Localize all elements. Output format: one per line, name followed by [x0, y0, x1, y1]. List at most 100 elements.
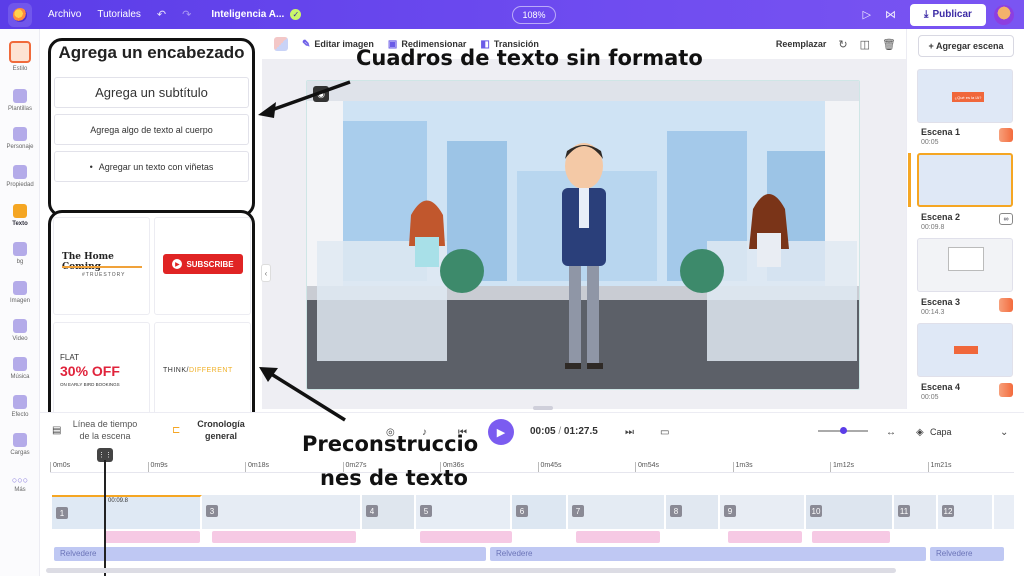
tab-scene-timeline[interactable]: Línea de tiempo de la escena — [70, 418, 140, 442]
add-bullet-text-button[interactable]: • Agregar un texto con viñetas — [54, 151, 249, 182]
scene-transition-icon[interactable] — [999, 128, 1013, 142]
scene-segment[interactable]: 4 — [362, 495, 416, 529]
scene-segment[interactable]: 9 — [720, 495, 806, 529]
replace-button[interactable]: Reemplazar — [776, 39, 827, 49]
menu-archivo[interactable]: Archivo — [48, 9, 81, 20]
rail-item-estilo[interactable]: Estilo — [0, 41, 40, 72]
preview-play-icon[interactable]: ▷ — [863, 8, 871, 21]
skip-forward-icon[interactable]: ⏭ — [625, 427, 634, 438]
publish-button[interactable]: ⤓ Publicar — [910, 3, 986, 26]
add-body-text-button[interactable]: Agrega algo de texto al cuerpo — [54, 114, 249, 145]
undo-icon[interactable]: ↶ — [157, 8, 166, 21]
add-subtitle-button[interactable]: Agrega un subtítulo — [54, 77, 249, 108]
playhead[interactable] — [104, 460, 106, 576]
text-clip[interactable] — [576, 531, 660, 543]
rail-item-musica[interactable]: Música — [0, 357, 40, 380]
rotate-icon[interactable]: ↻ — [838, 38, 847, 51]
preset-subscribe[interactable]: ▶ SUBSCRIBE — [154, 217, 251, 315]
scene-transition-icon[interactable] — [999, 383, 1013, 397]
app-logo[interactable] — [8, 2, 32, 27]
menu-tutoriales[interactable]: Tutoriales — [97, 9, 141, 20]
text-clip[interactable] — [104, 531, 200, 543]
flip-icon[interactable]: ◫ — [860, 38, 870, 51]
scene-segment[interactable]: 6 — [512, 495, 568, 529]
tab-general-timeline[interactable]: Cronología general — [188, 418, 254, 442]
camera-icon[interactable]: ◉ — [313, 86, 329, 102]
rail-item-propiedad[interactable]: Propiedad — [0, 165, 40, 188]
timeline-ruler[interactable]: 0m0s 0m9s 0m18s 0m27s 0m36s 0m45s 0m54s 1m3s 1m1… — [50, 461, 1014, 473]
preset-home-coming[interactable]: The Home Coming #TRUESTORY — [53, 217, 150, 315]
zoom-slider[interactable] — [818, 427, 868, 434]
timeline-resize-handle[interactable] — [533, 406, 553, 410]
scene-segment[interactable]: 10 — [806, 495, 894, 529]
rail-item-cargas[interactable]: Cargas — [0, 433, 40, 456]
delete-icon[interactable]: 🗑 — [882, 38, 896, 51]
scene-segment[interactable]: 7 — [568, 495, 666, 529]
scene-segment[interactable]: 8 — [666, 495, 720, 529]
collapse-panel-icon[interactable]: ‹ — [261, 264, 271, 282]
audio-clip[interactable]: Relvedere — [930, 547, 1004, 561]
layer-dropdown[interactable]: Capa — [930, 427, 952, 437]
fit-icon[interactable]: ↔ — [886, 427, 896, 438]
rail-item-bg[interactable]: bg — [0, 242, 40, 265]
text-clip[interactable] — [420, 531, 512, 543]
scene-link-icon[interactable]: ∞ — [999, 213, 1013, 225]
scene-segment[interactable]: 12 — [938, 495, 994, 529]
rail-item-plantillas[interactable]: Plantillas — [0, 89, 40, 112]
text-clip[interactable] — [728, 531, 802, 543]
rail-label: Cargas — [10, 450, 30, 456]
scene-thumb-2[interactable] — [917, 153, 1013, 207]
annotation-prebuilt-line2: nes de texto — [320, 466, 468, 490]
zoom-level[interactable]: 108% — [512, 6, 556, 24]
subscribe-pill: ▶ SUBSCRIBE — [163, 254, 243, 274]
add-heading-button[interactable]: Agrega un encabezado — [51, 43, 252, 63]
scene-segment[interactable]: 5 — [416, 495, 512, 529]
scene-thumb-4[interactable] — [917, 323, 1013, 377]
comment-icon[interactable]: ▭ — [660, 427, 669, 438]
scene-canvas[interactable] — [306, 80, 860, 390]
color-swatch-icon[interactable] — [274, 37, 288, 51]
zoom-slider-knob[interactable] — [840, 427, 847, 434]
text-clip[interactable] — [812, 531, 890, 543]
timeline-scrollbar[interactable] — [46, 568, 896, 573]
scene-segment-number: 11 — [898, 505, 910, 517]
project-title[interactable]: Inteligencia A... — [211, 9, 284, 20]
ruler-tick: 0m54s — [635, 462, 659, 472]
preset-flat-off[interactable]: FLAT 30% OFF ON EARLY BIRD BOOKINGS — [53, 322, 150, 420]
play-icon: ▶ — [172, 259, 183, 269]
tab-general-line1: Cronología — [197, 419, 245, 429]
scene-segment-number: 7 — [572, 505, 584, 517]
share-icon[interactable]: ⋈ — [885, 8, 896, 21]
scene-thumb-1[interactable]: ¿Qué es la IA? — [917, 69, 1013, 123]
scene-segment[interactable]: 11 — [894, 495, 938, 529]
user-avatar[interactable] — [994, 4, 1014, 25]
rail-label: Video — [12, 336, 28, 342]
scene-track[interactable]: 00:09.8 1 3 4 5 6 7 8 9 10 11 12 — [52, 495, 1014, 529]
add-scene-button[interactable]: + Agregar escena — [918, 35, 1014, 57]
tab-general-line2: general — [204, 431, 237, 441]
scene-thumb-3[interactable] — [917, 238, 1013, 292]
preset-think-different[interactable]: THINK/DIFFERENT — [154, 322, 251, 420]
playhead-time-label: 00:09.8 — [108, 498, 129, 504]
audio-clip[interactable]: Relvedere — [54, 547, 486, 561]
redo-icon[interactable]: ↷ — [182, 8, 191, 21]
total-time: 01:27.5 — [563, 426, 598, 437]
rail-item-mas[interactable]: ○○○ Más — [0, 475, 40, 493]
rail-label: Texto — [12, 221, 28, 227]
play-button[interactable]: ▶ — [488, 419, 514, 445]
rail-item-efecto[interactable]: Efecto — [0, 395, 40, 418]
rail-item-imagen[interactable]: Imagen — [0, 281, 40, 304]
rail-label: Imagen — [9, 298, 30, 304]
chevron-down-icon[interactable]: ⌄ — [1000, 427, 1008, 438]
text-clip[interactable] — [212, 531, 356, 543]
rail-item-personaje[interactable]: Personaje — [0, 127, 40, 150]
rail-item-texto[interactable]: Texto — [0, 204, 40, 227]
ruler-tick: 0m45s — [537, 462, 562, 472]
video-icon — [13, 319, 27, 333]
rail-item-video[interactable]: Video — [0, 319, 40, 342]
timeline-controls: ▤ Línea de tiempo de la escena ⊏ Cronolo… — [40, 413, 1024, 457]
rail-label: Más — [14, 487, 26, 493]
scene-transition-icon[interactable] — [999, 298, 1013, 312]
scene-segment[interactable]: 3 — [202, 495, 362, 529]
audio-clip[interactable]: Relvedere — [490, 547, 926, 561]
